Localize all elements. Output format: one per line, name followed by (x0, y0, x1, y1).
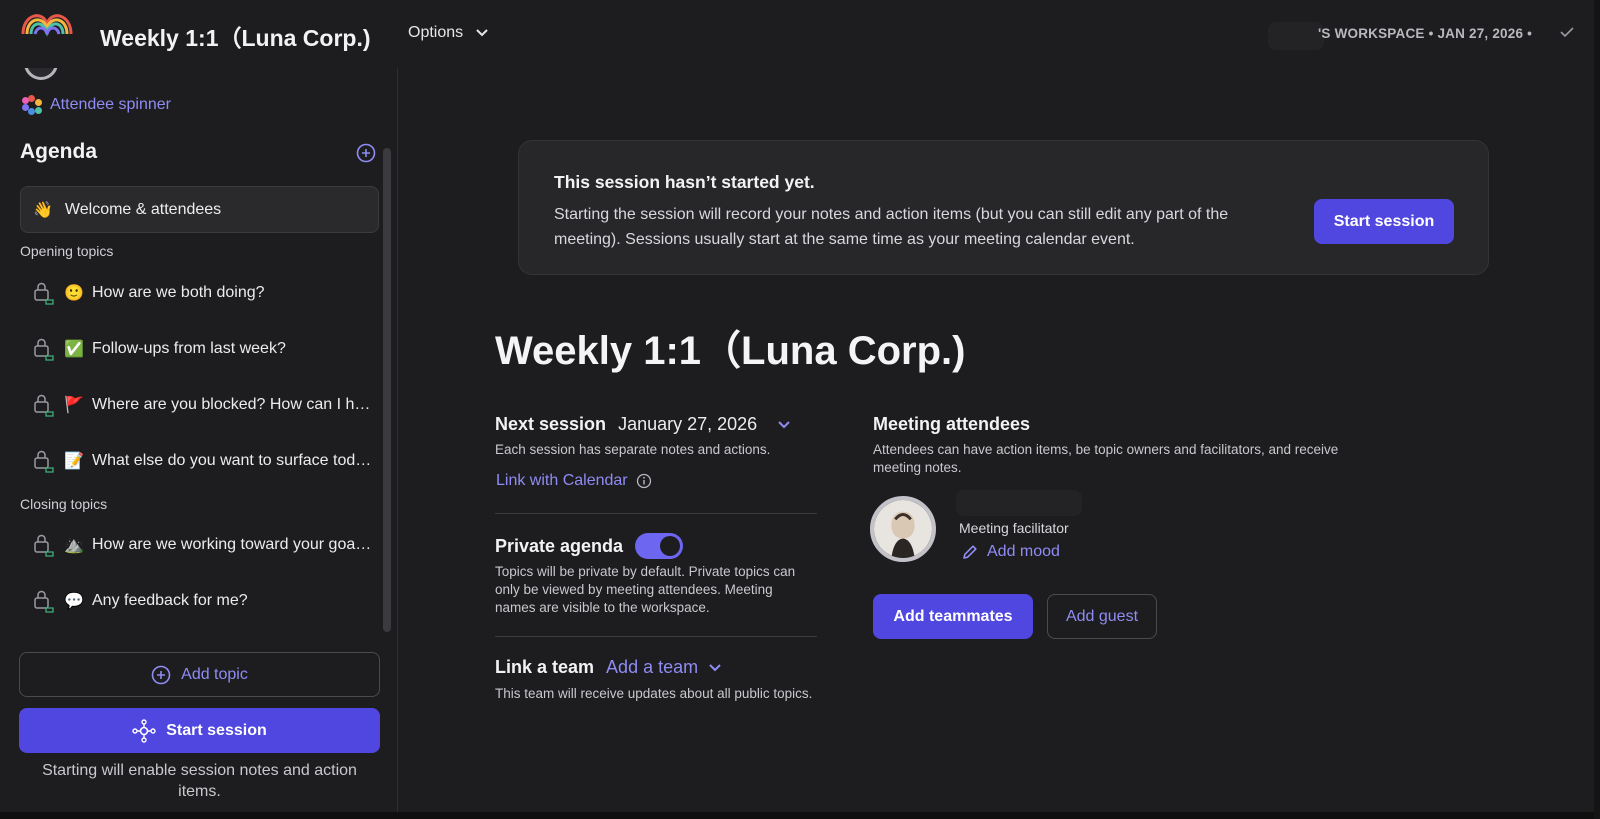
page-title: Weekly 1:1（Luna Corp.) (495, 329, 966, 373)
link-team-row: Link a team Add a team (495, 657, 722, 678)
add-mood-link[interactable]: Add mood (961, 543, 1060, 561)
pencil-icon (963, 545, 977, 559)
topic-item[interactable]: 📝 What else do you want to surface today… (20, 441, 378, 481)
meeting-title: Weekly 1:1（Luna Corp.) (100, 25, 371, 51)
add-team-label: Add a team (606, 657, 699, 677)
window-bottom-edge (0, 812, 1600, 819)
session-not-started-banner: This session hasn’t started yet. Startin… (518, 140, 1489, 275)
window-right-edge (1594, 0, 1600, 819)
banner-description: Starting the session will record your no… (554, 206, 1229, 248)
link-calendar-label: Link with Calendar (496, 472, 628, 489)
attendee-name-redacted (956, 490, 1082, 516)
private-agenda-row: Private agenda (495, 533, 684, 559)
info-icon[interactable] (636, 473, 652, 489)
topic-item[interactable]: ⛰️ How are we working toward your goals? (20, 525, 378, 565)
sidebar-start-session-button[interactable]: Start session (19, 708, 380, 753)
link-team-description: This team will receive updates about all… (495, 686, 813, 701)
chevron-down-icon (476, 29, 488, 37)
topic-label: What else do you want to surface today? (92, 452, 374, 469)
topic-label: Any feedback for me? (92, 592, 248, 609)
private-recurring-lock-icon (34, 394, 54, 417)
add-team-dropdown[interactable]: Add a team (606, 657, 722, 678)
topic-label: How are we working toward your goals? (92, 536, 374, 553)
workspace-date-label: 'S WORKSPACE • JAN 27, 2026 • (1318, 26, 1533, 41)
agenda-item-label: Welcome & attendees (64, 200, 222, 218)
private-recurring-lock-icon (34, 450, 54, 473)
attendee-role: Meeting facilitator (959, 520, 1069, 536)
topic-item[interactable]: 🙂 How are we both doing? (20, 273, 378, 313)
private-agenda-toggle[interactable] (635, 533, 684, 559)
private-agenda-description: Topics will be private by default. Priva… (495, 564, 796, 615)
opening-topics-label: Opening topics (20, 243, 114, 259)
top-bar: Weekly 1:1（Luna Corp.) Options 'S WORKSP… (0, 0, 1600, 68)
closing-topics-label: Closing topics (20, 496, 108, 512)
topic-item[interactable]: 🚩 Where are you blocked? How can I help? (20, 385, 378, 425)
attendee-avatar[interactable] (870, 496, 936, 562)
app-window: Weekly 1:1（Luna Corp.) Options 'S WORKSP… (0, 0, 1600, 819)
workspace-name-redacted (1268, 22, 1324, 50)
wave-emoji-icon: 👋 (33, 201, 53, 219)
spinner-dots-icon (22, 95, 42, 115)
attendee-spinner-link[interactable]: Attendee spinner (22, 95, 171, 115)
topic-emoji-icon: 🚩 (64, 397, 84, 414)
start-session-label: Start session (166, 721, 267, 739)
options-label: Options (408, 24, 464, 41)
topic-label: Follow-ups from last week? (92, 340, 286, 357)
app-logo-icon[interactable] (19, 6, 75, 40)
add-topic-label: Add topic (181, 665, 248, 683)
link-calendar-link[interactable]: Link with Calendar (496, 472, 652, 490)
topic-emoji-icon: 💬 (64, 593, 84, 610)
topic-emoji-icon: ✅ (64, 341, 84, 358)
next-session-row: Next session January 27, 2026 (495, 414, 791, 435)
add-agenda-item-icon[interactable] (356, 143, 376, 163)
session-nodes-icon (132, 718, 156, 743)
add-topic-button[interactable]: Add topic (19, 652, 380, 697)
add-mood-label: Add mood (987, 543, 1060, 560)
check-icon (1560, 27, 1574, 38)
chevron-down-icon[interactable] (777, 420, 791, 430)
attendee-photo (874, 500, 932, 558)
private-recurring-lock-icon (34, 338, 54, 361)
banner-title: This session hasn’t started yet. (554, 172, 815, 192)
topic-item[interactable]: ✅ Follow-ups from last week? (20, 329, 378, 369)
divider (495, 513, 817, 514)
link-team-label: Link a team (495, 657, 595, 677)
attendees-description: Attendees can have action items, be topi… (873, 442, 1339, 475)
add-teammates-button[interactable]: Add teammates (873, 594, 1033, 639)
avatar (24, 68, 58, 80)
topic-item[interactable]: 💬 Any feedback for me? (20, 581, 378, 621)
private-recurring-lock-icon (34, 534, 54, 557)
agenda-heading: Agenda (20, 140, 98, 163)
topic-label: How are we both doing? (92, 284, 265, 301)
topic-label: Where are you blocked? How can I help? (92, 396, 374, 413)
private-agenda-label: Private agenda (495, 535, 624, 556)
banner-start-session-button[interactable]: Start session (1314, 199, 1454, 244)
add-guest-button[interactable]: Add guest (1047, 594, 1157, 639)
topic-emoji-icon: ⛰️ (64, 537, 84, 554)
private-recurring-lock-icon (34, 590, 54, 613)
plus-circle-icon (151, 665, 171, 684)
topic-emoji-icon: 📝 (64, 453, 84, 470)
agenda-item-welcome[interactable]: 👋 Welcome & attendees (20, 186, 379, 233)
start-session-hint: Starting will enable session notes and a… (42, 762, 357, 800)
chevron-down-icon (709, 663, 721, 671)
divider (495, 636, 817, 637)
sidebar-scrollbar[interactable] (383, 148, 391, 632)
attendee-spinner-label: Attendee spinner (50, 96, 171, 113)
options-menu-button[interactable]: Options (408, 24, 489, 42)
topic-emoji-icon: 🙂 (64, 285, 84, 302)
next-session-label: Next session (495, 414, 607, 434)
private-recurring-lock-icon (34, 282, 54, 305)
attendees-heading: Meeting attendees (873, 414, 1031, 434)
next-session-date[interactable]: January 27, 2026 (618, 414, 757, 435)
next-session-description: Each session has separate notes and acti… (495, 442, 771, 457)
